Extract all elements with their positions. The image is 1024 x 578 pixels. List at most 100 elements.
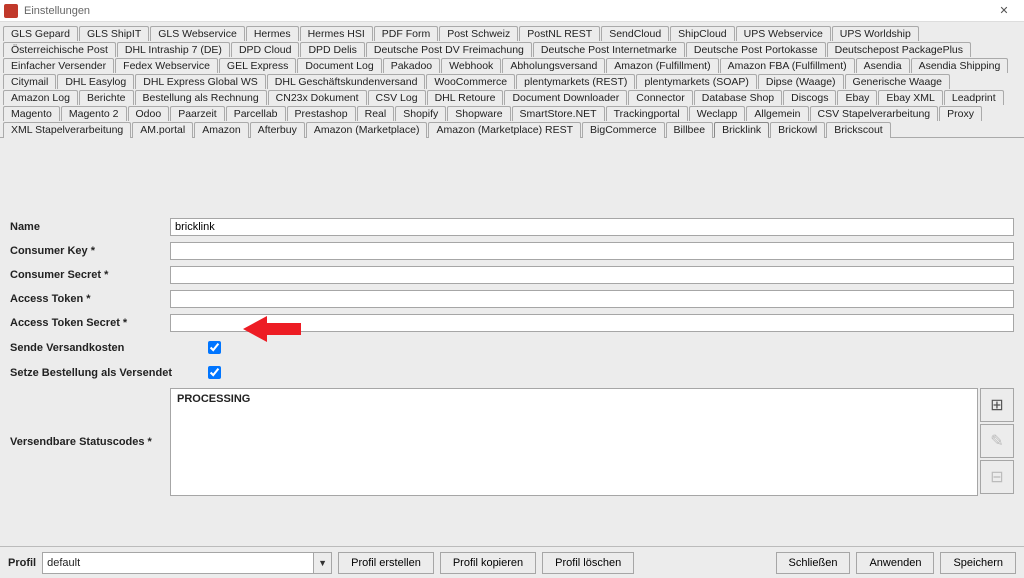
tab-parcellab[interactable]: Parcellab bbox=[226, 106, 286, 121]
close-icon[interactable]: ✕ bbox=[984, 0, 1024, 22]
tab-amazon-marketplace-[interactable]: Amazon (Marketplace) bbox=[306, 122, 428, 138]
tab-sendcloud[interactable]: SendCloud bbox=[601, 26, 669, 41]
tab-ebay-xml[interactable]: Ebay XML bbox=[878, 90, 942, 105]
tab-amazon-fba-fulfillment-[interactable]: Amazon FBA (Fulfillment) bbox=[720, 58, 855, 73]
apply-button[interactable]: Anwenden bbox=[856, 552, 934, 574]
tab-generische-waage[interactable]: Generische Waage bbox=[845, 74, 951, 89]
close-button[interactable]: Schließen bbox=[776, 552, 851, 574]
profile-copy-button[interactable]: Profil kopieren bbox=[440, 552, 536, 574]
tab-allgemein[interactable]: Allgemein bbox=[746, 106, 808, 121]
tab-paarzeit[interactable]: Paarzeit bbox=[170, 106, 225, 121]
consumer-key-input[interactable] bbox=[170, 242, 1014, 260]
tab-magento[interactable]: Magento bbox=[3, 106, 60, 121]
tab-hermes-hsi[interactable]: Hermes HSI bbox=[300, 26, 373, 41]
tab-gls-gepard[interactable]: GLS Gepard bbox=[3, 26, 78, 41]
tab-fedex-webservice[interactable]: Fedex Webservice bbox=[115, 58, 218, 73]
tab-ups-webservice[interactable]: UPS Webservice bbox=[736, 26, 831, 41]
tab-dipse-waage-[interactable]: Dipse (Waage) bbox=[758, 74, 844, 89]
tab-gls-shipit[interactable]: GLS ShipIT bbox=[79, 26, 149, 41]
tab-hermes[interactable]: Hermes bbox=[246, 26, 299, 41]
tab-prestashop[interactable]: Prestashop bbox=[287, 106, 356, 121]
add-status-button[interactable]: ⊞ bbox=[980, 388, 1014, 422]
tab-plentymarkets-soap-[interactable]: plentymarkets (SOAP) bbox=[636, 74, 756, 89]
profile-create-button[interactable]: Profil erstellen bbox=[338, 552, 434, 574]
tab-ebay[interactable]: Ebay bbox=[837, 90, 877, 105]
tab-deutsche-post-dv-freimachung[interactable]: Deutsche Post DV Freimachung bbox=[366, 42, 532, 57]
tab-ups-worldship[interactable]: UPS Worldship bbox=[832, 26, 919, 41]
tab-amazon-marketplace-rest[interactable]: Amazon (Marketplace) REST bbox=[428, 122, 581, 138]
tab-csv-stapelverarbeitung[interactable]: CSV Stapelverarbeitung bbox=[810, 106, 939, 121]
tab-shopify[interactable]: Shopify bbox=[395, 106, 446, 121]
save-button[interactable]: Speichern bbox=[940, 552, 1016, 574]
tab-bricklink[interactable]: Bricklink bbox=[714, 122, 769, 138]
profile-delete-button[interactable]: Profil löschen bbox=[542, 552, 634, 574]
tab-shopware[interactable]: Shopware bbox=[447, 106, 510, 121]
tab-magento-2[interactable]: Magento 2 bbox=[61, 106, 127, 121]
tab-proxy[interactable]: Proxy bbox=[939, 106, 982, 121]
label-name: Name bbox=[10, 221, 170, 233]
tab-database-shop[interactable]: Database Shop bbox=[694, 90, 782, 105]
tab-afterbuy[interactable]: Afterbuy bbox=[250, 122, 305, 138]
tab-trackingportal[interactable]: Trackingportal bbox=[606, 106, 688, 121]
name-input[interactable] bbox=[170, 218, 1014, 236]
tab-webhook[interactable]: Webhook bbox=[441, 58, 501, 73]
tab-postnl-rest[interactable]: PostNL REST bbox=[519, 26, 600, 41]
tab-connector[interactable]: Connector bbox=[628, 90, 692, 105]
tab-real[interactable]: Real bbox=[357, 106, 395, 121]
tab-discogs[interactable]: Discogs bbox=[783, 90, 836, 105]
send-shipping-checkbox[interactable] bbox=[208, 341, 221, 354]
tab-dpd-cloud[interactable]: DPD Cloud bbox=[231, 42, 300, 57]
tab-abholungsversand[interactable]: Abholungsversand bbox=[502, 58, 605, 73]
tab-dhl-retoure[interactable]: DHL Retoure bbox=[427, 90, 504, 105]
tab-odoo[interactable]: Odoo bbox=[128, 106, 170, 121]
consumer-secret-input[interactable] bbox=[170, 266, 1014, 284]
tab-bigcommerce[interactable]: BigCommerce bbox=[582, 122, 665, 138]
tab-pakadoo[interactable]: Pakadoo bbox=[383, 58, 440, 73]
tab-brickscout[interactable]: Brickscout bbox=[826, 122, 890, 138]
tab-deutsche-post-portokasse[interactable]: Deutsche Post Portokasse bbox=[686, 42, 826, 57]
tab-deutsche-post-internetmarke[interactable]: Deutsche Post Internetmarke bbox=[533, 42, 685, 57]
tab-bestellung-als-rechnung[interactable]: Bestellung als Rechnung bbox=[135, 90, 267, 105]
tab-document-downloader[interactable]: Document Downloader bbox=[504, 90, 627, 105]
tab-billbee[interactable]: Billbee bbox=[666, 122, 714, 138]
tab-dhl-gesch-ftskundenversand[interactable]: DHL Geschäftskundenversand bbox=[267, 74, 426, 89]
access-token-secret-input[interactable] bbox=[170, 314, 1014, 332]
tab-document-log[interactable]: Document Log bbox=[297, 58, 381, 73]
tab-brickowl[interactable]: Brickowl bbox=[770, 122, 825, 138]
tab--sterreichische-post[interactable]: Österreichische Post bbox=[3, 42, 116, 57]
tab-dhl-easylog[interactable]: DHL Easylog bbox=[57, 74, 134, 89]
tab-bar: GLS GepardGLS ShipITGLS WebserviceHermes… bbox=[0, 22, 1024, 138]
tab-plentymarkets-rest-[interactable]: plentymarkets (REST) bbox=[516, 74, 635, 89]
tab-asendia-shipping[interactable]: Asendia Shipping bbox=[911, 58, 1009, 73]
tab-gel-express[interactable]: GEL Express bbox=[219, 58, 296, 73]
tab-dpd-delis[interactable]: DPD Delis bbox=[300, 42, 364, 57]
status-codes-list[interactable]: PROCESSING bbox=[170, 388, 978, 496]
tab-smartstore-net[interactable]: SmartStore.NET bbox=[512, 106, 605, 121]
tab-amazon[interactable]: Amazon bbox=[194, 122, 249, 138]
tab-leadprint[interactable]: Leadprint bbox=[944, 90, 1004, 105]
tab-pdf-form[interactable]: PDF Form bbox=[374, 26, 438, 41]
tab-shipcloud[interactable]: ShipCloud bbox=[670, 26, 734, 41]
edit-status-button[interactable]: ✎ bbox=[980, 424, 1014, 458]
tab-am-portal[interactable]: AM.portal bbox=[132, 122, 193, 138]
tab-einfacher-versender[interactable]: Einfacher Versender bbox=[3, 58, 114, 73]
tab-deutschepost-packageplus[interactable]: Deutschepost PackagePlus bbox=[827, 42, 971, 57]
tab-post-schweiz[interactable]: Post Schweiz bbox=[439, 26, 518, 41]
tab-amazon-log[interactable]: Amazon Log bbox=[3, 90, 78, 105]
tab-weclapp[interactable]: Weclapp bbox=[689, 106, 746, 121]
tab-asendia[interactable]: Asendia bbox=[856, 58, 910, 73]
tab-dhl-express-global-ws[interactable]: DHL Express Global WS bbox=[135, 74, 266, 89]
profile-combo[interactable]: default ▼ bbox=[42, 552, 332, 574]
tab-berichte[interactable]: Berichte bbox=[79, 90, 134, 105]
access-token-input[interactable] bbox=[170, 290, 1014, 308]
set-shipped-checkbox[interactable] bbox=[208, 366, 221, 379]
tab-xml-stapelverarbeitung[interactable]: XML Stapelverarbeitung bbox=[3, 122, 131, 138]
tab-csv-log[interactable]: CSV Log bbox=[368, 90, 426, 105]
tab-cn23x-dokument[interactable]: CN23x Dokument bbox=[268, 90, 367, 105]
tab-amazon-fulfillment-[interactable]: Amazon (Fulfillment) bbox=[606, 58, 718, 73]
tab-dhl-intraship-7-de-[interactable]: DHL Intraship 7 (DE) bbox=[117, 42, 230, 57]
tab-citymail[interactable]: Citymail bbox=[3, 74, 56, 89]
remove-status-button[interactable]: ⊟ bbox=[980, 460, 1014, 494]
tab-gls-webservice[interactable]: GLS Webservice bbox=[150, 26, 245, 41]
tab-woocommerce[interactable]: WooCommerce bbox=[426, 74, 515, 89]
